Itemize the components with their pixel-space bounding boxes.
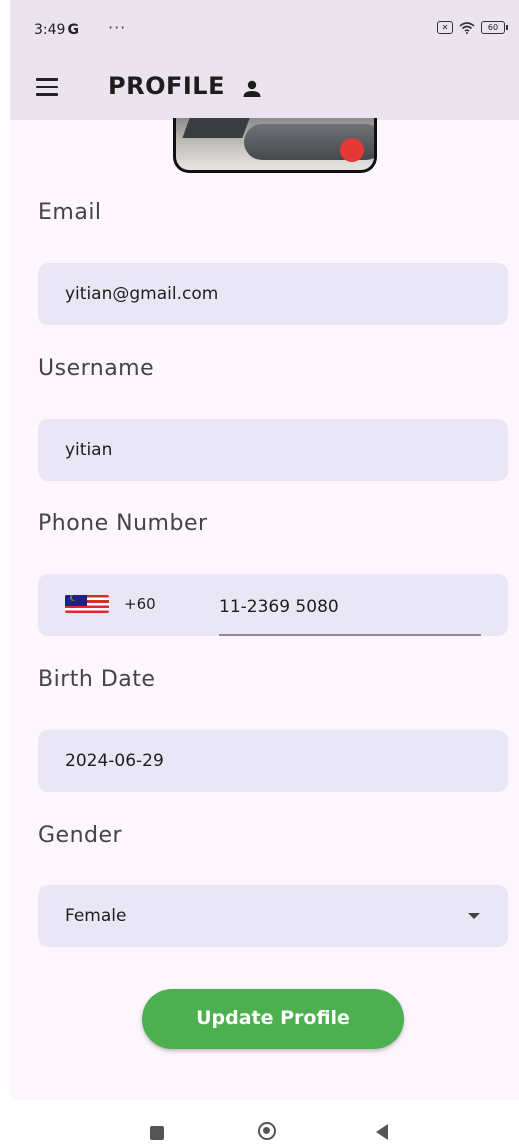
status-icons: ✕ 60: [437, 21, 508, 34]
status-time: 3:49 G: [34, 22, 79, 38]
profile-avatar[interactable]: [173, 118, 377, 173]
battery-icon: 60: [481, 21, 508, 34]
username-value: yitian: [65, 440, 113, 460]
email-field[interactable]: yitian@gmail.com: [38, 263, 508, 325]
email-label: Email: [38, 200, 102, 225]
wifi-icon: [459, 21, 475, 34]
phone-label: Phone Number: [38, 511, 208, 536]
gender-value: Female: [65, 906, 127, 926]
gender-label: Gender: [38, 823, 123, 848]
notification-dots: ···: [108, 18, 127, 37]
profile-screen: 3:49 G ··· ✕ 60 PROFILE Email yitian@gmai…: [10, 0, 519, 1145]
country-code[interactable]: +60: [124, 595, 156, 613]
home-icon[interactable]: [258, 1122, 276, 1140]
email-value: yitian@gmail.com: [65, 284, 219, 304]
back-icon[interactable]: [376, 1124, 388, 1140]
recents-icon[interactable]: [150, 1126, 164, 1140]
phone-input[interactable]: 11-2369 5080: [219, 597, 339, 617]
birth-date-label: Birth Date: [38, 667, 156, 692]
network-type: G: [67, 22, 79, 38]
gender-select[interactable]: Female: [38, 885, 508, 947]
avatar-edit-badge[interactable]: [340, 138, 364, 162]
status-bar: 3:49 G ··· ✕ 60: [10, 0, 519, 58]
person-icon: [243, 80, 261, 97]
birth-date-field[interactable]: 2024-06-29: [38, 730, 508, 792]
phone-input-underline: [219, 634, 481, 636]
update-profile-button[interactable]: Update Profile: [142, 989, 404, 1049]
malaysia-flag-icon[interactable]: [65, 595, 109, 613]
username-field[interactable]: yitian: [38, 419, 508, 481]
page-title: PROFILE: [108, 72, 225, 100]
sim-off-icon: ✕: [437, 21, 453, 34]
phone-field: +60 11-2369 5080: [38, 574, 508, 636]
birth-date-value: 2024-06-29: [65, 751, 164, 771]
dropdown-arrow-icon: [468, 913, 480, 919]
menu-icon[interactable]: [36, 78, 58, 96]
username-label: Username: [38, 356, 155, 381]
app-bar: PROFILE: [10, 58, 519, 120]
system-nav-bar: [10, 1100, 519, 1145]
